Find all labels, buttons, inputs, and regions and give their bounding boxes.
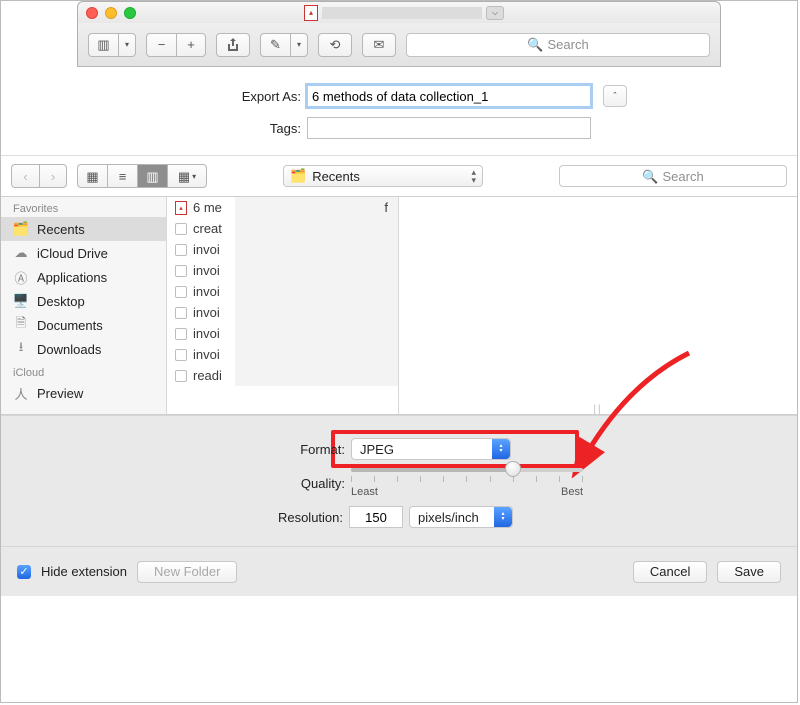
dropdown-caret-icon: ▴▾ [492, 439, 510, 459]
titlebar: ▴ ⌵ [77, 1, 721, 23]
pdf-file-icon: ▴ [175, 201, 187, 215]
file-icon [175, 328, 187, 340]
sidebar-section-favorites: Favorites [1, 197, 166, 217]
sidebar-item-documents[interactable]: 🗎 Documents [1, 313, 166, 337]
quality-least-label: Least [351, 486, 378, 498]
view-column-button[interactable]: ▥ [137, 164, 167, 188]
resolution-label: Resolution: [183, 510, 343, 525]
save-button[interactable]: Save [717, 561, 781, 583]
export-filename-input[interactable] [307, 85, 591, 107]
sidebar-item-downloads[interactable]: ⭳ Downloads [1, 337, 166, 361]
file-icon [175, 223, 187, 235]
slider-thumb[interactable] [505, 461, 521, 477]
file-icon [175, 286, 187, 298]
tags-input[interactable] [307, 117, 591, 139]
finder-sidebar: Favorites 🗂️ Recents ☁︎ iCloud Drive Ⓐ A… [1, 197, 167, 414]
search-icon: 🔍 [642, 170, 658, 183]
pdf-doc-icon: ▴ [304, 5, 318, 21]
zoom-window-button[interactable] [124, 7, 136, 19]
file-icon [175, 349, 187, 361]
hide-extension-label: Hide extension [41, 564, 127, 579]
file-row[interactable]: invoi [167, 260, 398, 281]
rotate-button[interactable]: ⟲ [318, 33, 352, 57]
search-icon: 🔍 [527, 38, 543, 51]
format-label: Format: [185, 442, 345, 457]
recents-icon: 🗂️ [13, 221, 29, 237]
resize-handle-icon[interactable]: || [593, 404, 602, 415]
file-row[interactable]: invoi [167, 281, 398, 302]
quality-slider[interactable] [351, 468, 583, 472]
sidebar-section-icloud: iCloud [1, 361, 166, 381]
browse-search-field[interactable]: 🔍 Search [559, 165, 787, 187]
resolution-input[interactable] [349, 506, 403, 528]
dropdown-caret-icon: ▴▾ [494, 507, 512, 527]
zoom-in-button[interactable]: + [176, 33, 206, 57]
sidebar-item-recents[interactable]: 🗂️ Recents [1, 217, 166, 241]
window-title [322, 7, 482, 19]
minimize-window-button[interactable] [105, 7, 117, 19]
view-gallery-button[interactable]: ▦▾ [167, 164, 207, 188]
format-dropdown[interactable]: JPEG ▴▾ [351, 438, 511, 460]
cancel-button[interactable]: Cancel [633, 561, 707, 583]
file-row[interactable]: invoi [167, 323, 398, 344]
close-window-button[interactable] [86, 7, 98, 19]
markup-button[interactable]: ✉︎ [362, 33, 396, 57]
recents-sidebar-icon: 🗂️ [290, 168, 306, 184]
zoom-out-button[interactable]: − [146, 33, 176, 57]
file-row[interactable]: readi [167, 365, 398, 386]
quality-best-label: Best [561, 486, 583, 498]
view-icon-button[interactable]: ▦ [77, 164, 107, 188]
sidebar-toggle-menu[interactable]: ▾ [118, 33, 136, 57]
cloud-icon: ☁︎ [13, 245, 29, 261]
file-row[interactable]: invoi [167, 344, 398, 365]
desktop-icon: 🖥️ [13, 293, 29, 309]
sidebar-item-icloud-drive[interactable]: ☁︎ iCloud Drive [1, 241, 166, 265]
sidebar-item-desktop[interactable]: 🖥️ Desktop [1, 289, 166, 313]
highlight-button[interactable]: ✎ [260, 33, 290, 57]
location-dropdown[interactable]: 🗂️ Recents ▴▾ [283, 165, 483, 187]
applications-icon: Ⓐ [13, 269, 29, 285]
sidebar-toggle-button[interactable]: ▥ [88, 33, 118, 57]
toolbar-search-field[interactable]: 🔍 Search [406, 33, 710, 57]
sidebar-item-preview[interactable]: 人 Preview [1, 381, 166, 405]
view-list-button[interactable]: ≡ [107, 164, 137, 188]
highlight-menu[interactable]: ▾ [290, 33, 308, 57]
new-folder-button[interactable]: New Folder [137, 561, 237, 583]
nav-back-button[interactable]: ‹ [11, 164, 39, 188]
expand-collapse-button[interactable]: ˆ [603, 85, 627, 107]
sidebar-item-applications[interactable]: Ⓐ Applications [1, 265, 166, 289]
share-button[interactable] [216, 33, 250, 57]
file-row[interactable]: ▴6 mef [167, 197, 398, 218]
file-column[interactable]: ▴6 mef creat invoi invoi invoi invoi inv… [167, 197, 399, 414]
app-toolbar: ▥ ▾ − + ✎ ▾ ⟲ ✉︎ 🔍 Search [77, 23, 721, 67]
nav-forward-button[interactable]: › [39, 164, 67, 188]
file-row[interactable]: invoi [167, 239, 398, 260]
title-dropdown-button[interactable]: ⌵ [486, 6, 504, 20]
documents-icon: 🗎 [13, 317, 29, 333]
tags-label: Tags: [171, 121, 301, 136]
preview-icon: 人 [13, 385, 29, 401]
downloads-icon: ⭳ [13, 341, 29, 357]
file-row[interactable]: creat [167, 218, 398, 239]
quality-label: Quality: [185, 476, 345, 491]
file-icon [175, 265, 187, 277]
hide-extension-checkbox[interactable]: ✓ [17, 565, 31, 579]
file-icon [175, 307, 187, 319]
resolution-unit-dropdown[interactable]: pixels/inch ▴▾ [409, 506, 513, 528]
file-row[interactable]: invoi [167, 302, 398, 323]
export-as-label: Export As: [171, 89, 301, 104]
file-icon [175, 370, 187, 382]
file-icon [175, 244, 187, 256]
preview-column: || [399, 197, 797, 414]
